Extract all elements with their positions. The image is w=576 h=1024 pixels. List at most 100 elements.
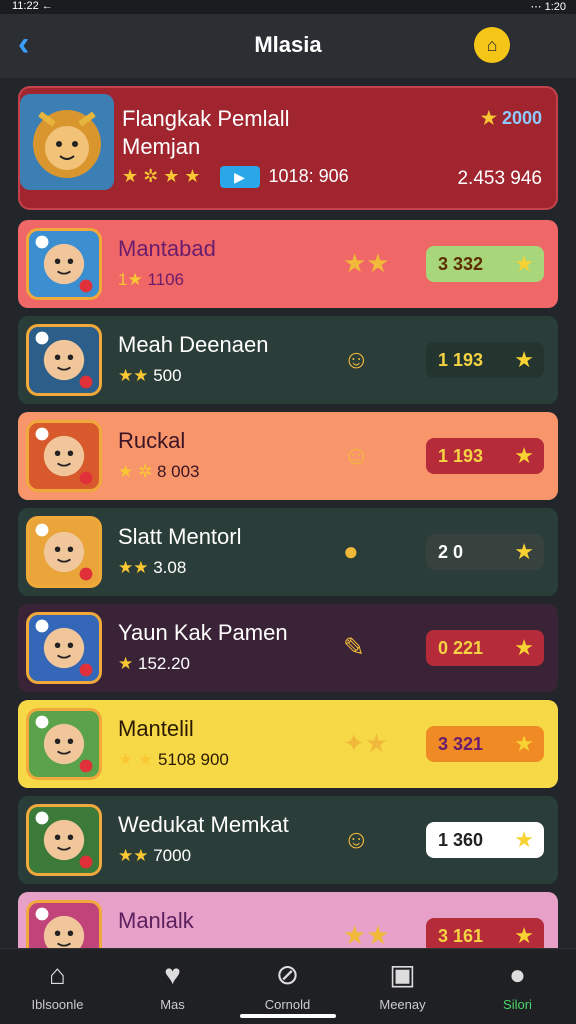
score-value: 0 221 — [438, 638, 484, 658]
star-icon: ★ — [514, 731, 534, 756]
leaderboard-row[interactable]: Mantabad 1★ 1106 ★★ 3 332 ★ — [18, 220, 558, 308]
character-icon — [35, 331, 93, 389]
score-value: 1 193 — [438, 350, 484, 370]
video-value: 1018: 906 — [268, 166, 349, 186]
player-name: Wedukat Memkat — [118, 812, 289, 837]
reward-icon[interactable]: ✦★ — [343, 728, 388, 759]
star-icon: ★★ — [118, 558, 149, 577]
leaderboard-row[interactable]: Ruckal ★ ✲ 8 003 ☺ 1 193 ★ — [18, 412, 558, 500]
character-icon — [35, 235, 93, 293]
nav-item[interactable]: ⊘ Cornold — [230, 957, 345, 1012]
reward-icon[interactable]: ● — [343, 536, 359, 567]
player-stat: ★★ 3.08 — [118, 558, 187, 577]
star-icon: ★ — [514, 923, 534, 948]
player-stat: ★ ★ 5108 900 — [118, 750, 229, 769]
profile-badge-icon[interactable]: ⌂ — [474, 27, 510, 63]
star-icon: ★ — [514, 539, 534, 564]
star-icon: ★ ★ — [118, 750, 154, 769]
reward-icon[interactable]: ★★ — [343, 920, 390, 951]
nav-label: Mas — [160, 997, 185, 1012]
nav-label: Meenay — [379, 997, 426, 1012]
star-icon: ★ — [514, 443, 534, 468]
score-value: 1 360 — [438, 830, 484, 850]
nav-item[interactable]: ⌂ Iblsoonle — [0, 957, 115, 1012]
player-name: Slatt Mentorl — [118, 524, 242, 549]
nav-item[interactable]: ♥ Mas — [115, 957, 230, 1012]
score-pill[interactable]: 1 360 ★ — [426, 822, 544, 858]
star-icon: ★★ — [118, 846, 149, 865]
header: ‹ Mlasia ⌂ — [0, 14, 576, 78]
featured-name: Flangkak Pemlall — [122, 106, 290, 131]
nav-label: Cornold — [264, 997, 311, 1012]
score-pill[interactable]: 3 321 ★ — [426, 726, 544, 762]
star-icon: ★ — [118, 654, 134, 673]
score-value: 1 193 — [438, 446, 484, 466]
leaderboard-row[interactable]: Wedukat Memkat ★★ 7000 ☺ 1 360 ★ — [18, 796, 558, 884]
reward-icon[interactable]: ✎ — [343, 632, 365, 663]
score-pill[interactable]: 2 0 ★ — [426, 534, 544, 570]
score-value: 2 0 — [438, 542, 464, 562]
leaderboard-row[interactable]: Slatt Mentorl ★★ 3.08 ● 2 0 ★ — [18, 508, 558, 596]
nav-icon: ♥ — [164, 959, 181, 990]
score-value: 3 161 — [438, 926, 484, 946]
player-avatar — [26, 516, 102, 588]
featured-avatar — [20, 94, 114, 190]
nav-label: Iblsoonle — [31, 997, 84, 1012]
character-icon — [35, 523, 93, 581]
player-name: Manlalk — [118, 908, 194, 933]
player-stat: ★★ 500 — [118, 366, 182, 385]
player-stat: ★ ✲ 8 003 — [118, 462, 200, 481]
player-avatar — [26, 324, 102, 396]
star-icon: ★★ — [118, 366, 149, 385]
player-avatar — [26, 804, 102, 876]
featured-rating: ★ ✲ ★ ★ ▶ 1018: 906 — [122, 166, 349, 189]
star-icon: ★ — [514, 635, 534, 660]
featured-score: ★ 2000 — [480, 108, 542, 128]
featured-total: 2.453 946 — [457, 168, 542, 189]
player-avatar — [26, 708, 102, 780]
player-stat: 1★ 1106 — [118, 270, 184, 289]
player-name: Meah Deenaen — [118, 332, 269, 357]
score-pill[interactable]: 1 193 ★ — [426, 438, 544, 474]
status-time: 11:22 ← — [12, 0, 53, 12]
score-pill[interactable]: 3 332 ★ — [426, 246, 544, 282]
star-icon: ★ — [514, 251, 534, 276]
reward-icon[interactable]: ☺ — [343, 344, 370, 375]
star-icon: ★ — [514, 347, 534, 372]
bottom-nav: ⌂ Iblsoonle ♥ Mas ⊘ Cornold ▣ Meenay ● Silori — [0, 948, 576, 1024]
nav-icon: ⊘ — [275, 959, 300, 990]
leaderboard-row[interactable]: Meah Deenaen ★★ 500 ☺ 1 193 ★ — [18, 316, 558, 404]
lion-character-icon — [20, 94, 114, 190]
nav-item[interactable]: ● Silori — [460, 957, 575, 1012]
score-pill[interactable]: 0 221 ★ — [426, 630, 544, 666]
status-icons: ⋯ 1:20 — [530, 1, 566, 13]
nav-item[interactable]: ▣ Meenay — [345, 957, 460, 1012]
character-icon — [35, 715, 93, 773]
status-bar: 11:22 ← ⋯ 1:20 — [0, 0, 576, 14]
home-indicator — [240, 1014, 336, 1018]
star-icon: ★ ✲ — [118, 462, 153, 481]
nav-icon: ● — [509, 959, 526, 990]
nav-icon: ⌂ — [49, 959, 66, 990]
reward-icon[interactable]: ☺ — [343, 440, 370, 471]
reward-icon[interactable]: ★★ — [343, 248, 390, 279]
player-name: Mantelil — [118, 716, 194, 741]
player-name: Ruckal — [118, 428, 186, 453]
video-icon[interactable]: ▶ — [219, 166, 260, 189]
player-stat: ★ 152.20 — [118, 654, 190, 673]
nav-label: Silori — [503, 997, 532, 1012]
score-pill[interactable]: 1 193 ★ — [426, 342, 544, 378]
star-icon: 1★ — [118, 270, 143, 289]
reward-icon[interactable]: ☺ — [343, 824, 370, 855]
leaderboard-row[interactable]: Yaun Kak Pamen ★ 152.20 ✎ 0 221 ★ — [18, 604, 558, 692]
character-icon — [35, 427, 93, 485]
featured-card[interactable]: Flangkak Pemlall Memjan ★ 2000 ★ ✲ ★ ★ ▶… — [18, 86, 558, 210]
character-icon — [35, 811, 93, 869]
featured-name-line2: Memjan — [122, 134, 201, 159]
player-avatar — [26, 612, 102, 684]
score-value: 3 332 — [438, 254, 484, 274]
score-value: 3 321 — [438, 734, 484, 754]
player-stat: ★★ 7000 — [118, 846, 192, 865]
leaderboard-row[interactable]: Mantelil ★ ★ 5108 900 ✦★ 3 321 ★ — [18, 700, 558, 788]
star-icon: ★ — [514, 827, 534, 852]
